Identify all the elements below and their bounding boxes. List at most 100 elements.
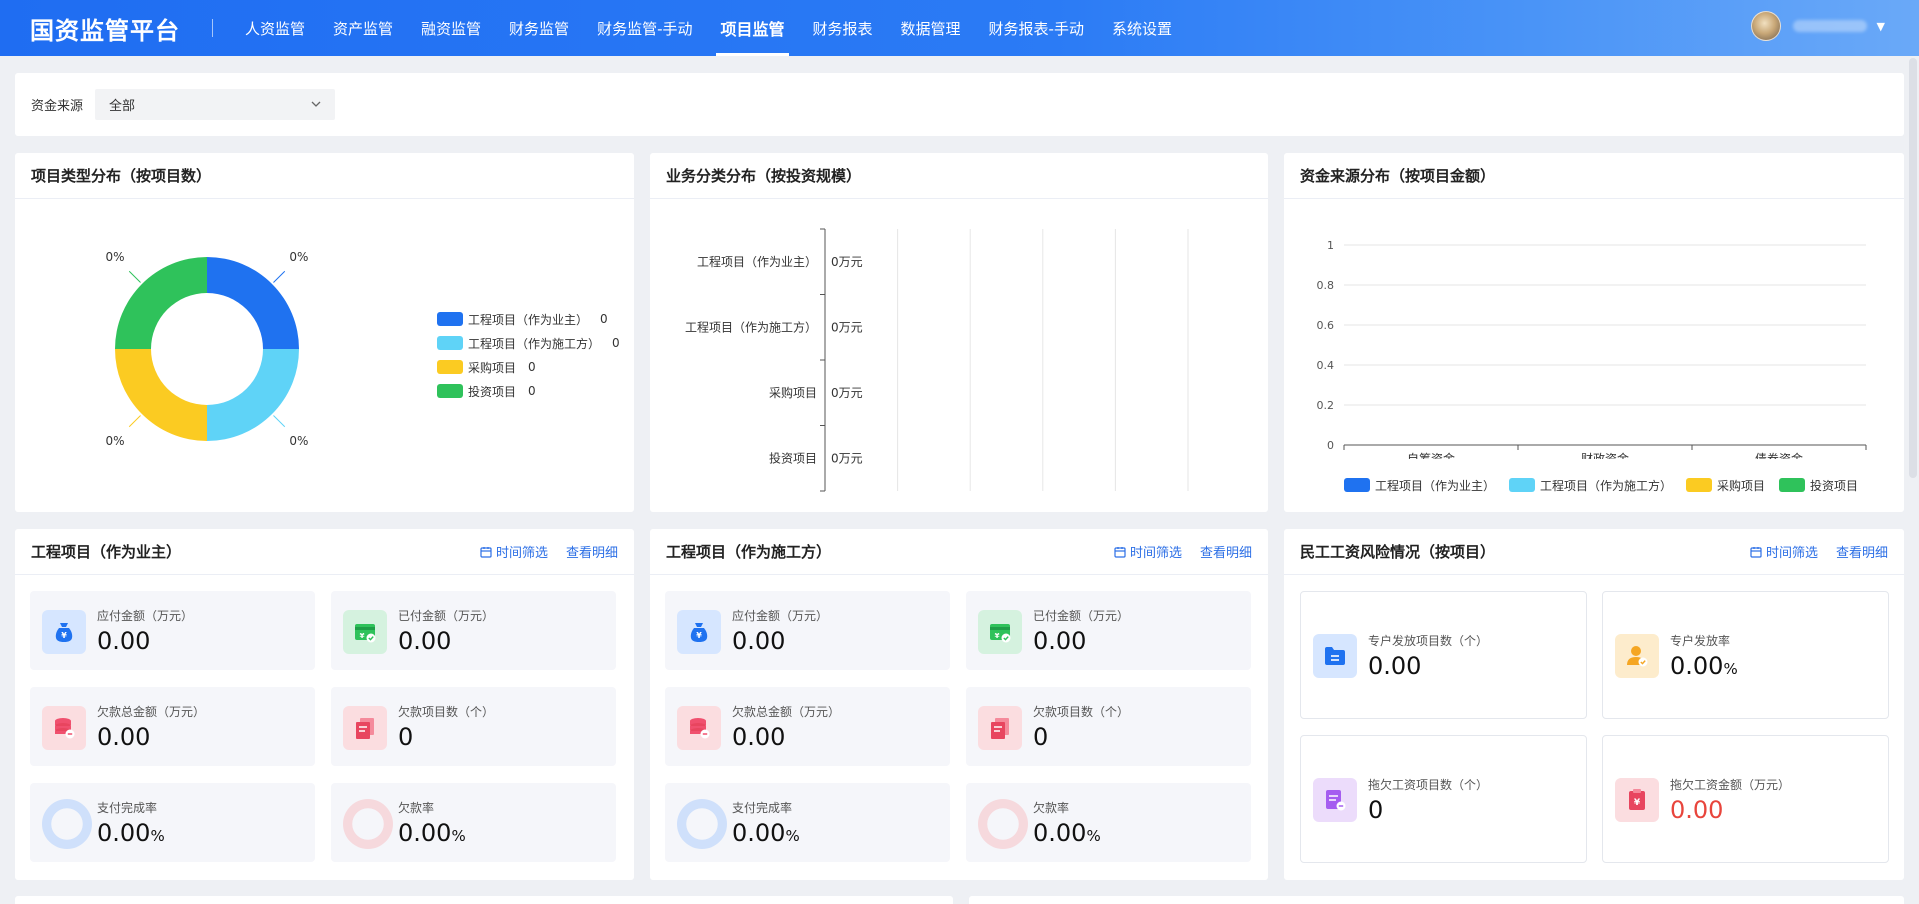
- coin-stack-icon: [42, 706, 86, 750]
- bar-value-label: 0万元: [831, 386, 863, 400]
- nav-item-reports[interactable]: 财务报表: [799, 0, 887, 56]
- debt-rate-ring-icon: [343, 799, 393, 849]
- legend-swatch: [437, 384, 463, 398]
- stat-number: 0.00: [97, 819, 151, 847]
- wallet-check-icon: ¥: [978, 610, 1022, 654]
- donut-slice: [207, 349, 299, 441]
- avatar[interactable]: [1750, 11, 1781, 41]
- panel-title: 资金来源分布（按项目金额）: [1300, 167, 1496, 185]
- stat-label: 应付金额（万元）: [97, 609, 194, 623]
- stat-value: 0.00: [732, 627, 786, 655]
- stat-label: 专户发放率: [1670, 634, 1731, 648]
- stat-value: 0.00: [97, 723, 151, 751]
- caret-down-icon[interactable]: ▼: [1877, 20, 1885, 33]
- legend-swatch: [437, 336, 463, 350]
- stat-label: 应付金额（万元）: [732, 609, 829, 623]
- stat-number: 0.00: [732, 819, 786, 847]
- legend-item[interactable]: 投资项目: [1779, 473, 1858, 497]
- panel-header: 资金来源分布（按项目金额）: [1284, 153, 1904, 199]
- legend-item[interactable]: 采购项目 0: [437, 355, 620, 379]
- fund-source-value: 全部: [109, 99, 136, 114]
- stat-label: 欠款项目数（个）: [1033, 705, 1130, 719]
- stat-card-paid: ¥ 已付金额（万元） 0.00: [966, 591, 1251, 670]
- slice-label: 0%: [289, 434, 308, 448]
- stat-label: 已付金额（万元）: [1033, 609, 1130, 623]
- stat-unit: %: [785, 827, 800, 845]
- bottom-panel-right: [969, 896, 1904, 904]
- time-filter-label: 时间筛选: [1129, 546, 1182, 561]
- fund-source-select[interactable]: 全部: [95, 89, 336, 120]
- document-stack-icon: [978, 706, 1022, 750]
- nav-item-assets[interactable]: 资产监管: [319, 0, 407, 56]
- time-filter-link[interactable]: 时间筛选: [1114, 542, 1182, 561]
- panel-header: 业务分类分布（按投资规模）: [650, 153, 1268, 199]
- nav-item-data[interactable]: 数据管理: [887, 0, 975, 56]
- wage-risk-panel: 民工工资风险情况（按项目） 时间筛选 查看明细 专户发放项目数（个） 0.00 …: [1284, 529, 1904, 880]
- bar-value-label: 0万元: [831, 320, 863, 334]
- panel-title: 民工工资风险情况（按项目）: [1300, 543, 1496, 561]
- filter-bar: 资金来源 全部: [15, 73, 1904, 136]
- stat-value: 0.00%: [398, 819, 466, 847]
- view-detail-link[interactable]: 查看明细: [1200, 542, 1252, 561]
- bar-value-label: 0万元: [831, 451, 863, 465]
- legend-item[interactable]: 工程项目（作为施工方）: [1509, 473, 1672, 497]
- stat-label: 欠款总金额（万元）: [97, 705, 206, 719]
- legend-value: 0: [612, 336, 620, 350]
- nav-item-finance-manual[interactable]: 财务监管-手动: [583, 0, 706, 56]
- stat-card-debt-total: 欠款总金额（万元） 0.00: [665, 687, 950, 766]
- page-scrollbar[interactable]: [1909, 58, 1917, 478]
- user-menu[interactable]: ▼: [1750, 11, 1885, 41]
- nav-item-settings[interactable]: 系统设置: [1098, 0, 1186, 56]
- nav-item-reports-manual[interactable]: 财务报表-手动: [975, 0, 1098, 56]
- view-detail-link[interactable]: 查看明细: [566, 542, 618, 561]
- nav-item-financing[interactable]: 融资监管: [407, 0, 495, 56]
- business-category-bar-chart: 00.20.40.60.81工程项目（作为业主）0万元工程项目（作为施工方）0万…: [685, 228, 1189, 492]
- debt-rate-ring-icon: [978, 799, 1028, 849]
- slice-label: 0%: [289, 250, 308, 264]
- y-category-label: 投资项目: [769, 450, 817, 465]
- stat-number: 0.00: [1033, 819, 1087, 847]
- panel-title: 工程项目（作为施工方）: [666, 543, 832, 561]
- legend-item[interactable]: 采购项目: [1686, 473, 1765, 497]
- stat-value: 0.00: [1368, 652, 1422, 680]
- y-tick-label: 1: [1327, 239, 1334, 252]
- nav-item-hr[interactable]: 人资监管: [231, 0, 319, 56]
- slice-label-line: [273, 270, 286, 283]
- stat-card-debt-count: 欠款项目数（个） 0: [331, 687, 616, 766]
- legend-item[interactable]: 工程项目（作为业主）: [1344, 473, 1495, 497]
- legend-swatch: [1779, 478, 1806, 492]
- wallet-check-icon: ¥: [343, 610, 387, 654]
- view-detail-link[interactable]: 查看明细: [1836, 542, 1888, 561]
- legend-item[interactable]: 投资项目 0: [437, 379, 620, 403]
- y-category-label: 工程项目（作为施工方）: [685, 319, 817, 334]
- stat-unit: %: [150, 827, 165, 845]
- stat-unit: %: [1086, 827, 1101, 845]
- stat-value: 0: [1368, 796, 1384, 824]
- stat-label: 专户发放项目数（个）: [1368, 634, 1489, 648]
- nav-item-projects[interactable]: 项目监管: [706, 0, 798, 56]
- panel-header: 工程项目（作为施工方） 时间筛选 查看明细: [650, 529, 1268, 575]
- stat-label: 支付完成率: [97, 801, 158, 815]
- svg-text:¥: ¥: [360, 632, 365, 640]
- y-category-label: 采购项目: [769, 385, 817, 400]
- nav-item-finance[interactable]: 财务监管: [495, 0, 583, 56]
- stat-value: 0.00%: [97, 819, 165, 847]
- panel-header: 工程项目（作为业主） 时间筛选 查看明细: [15, 529, 634, 575]
- legend-label: 投资项目: [1810, 478, 1859, 493]
- x-category-label: 自筹资金: [1407, 451, 1455, 459]
- stat-label: 拖欠工资金额（万元）: [1670, 778, 1791, 792]
- legend-item[interactable]: 工程项目（作为业主） 0: [437, 307, 620, 331]
- fund-source-panel: 资金来源分布（按项目金额） 0 0.2 0.4 0.6 0.8 1 自筹资金 财政资金 债券资金…: [1284, 153, 1904, 512]
- stat-number: 0.00: [398, 819, 452, 847]
- stat-card-arrears-projects: 拖欠工资项目数（个） 0: [1300, 735, 1587, 863]
- legend-label: 采购项目: [1717, 478, 1766, 493]
- panel-title: 业务分类分布（按投资规模）: [666, 167, 862, 185]
- stat-value: 0.00: [732, 723, 786, 751]
- legend-label: 工程项目（作为业主）: [468, 312, 589, 327]
- stat-label: 已付金额（万元）: [398, 609, 495, 623]
- time-filter-link[interactable]: 时间筛选: [480, 542, 548, 561]
- slice-label-line: [128, 270, 141, 283]
- stat-card-debt-total: 欠款总金额（万元） 0.00: [30, 687, 315, 766]
- legend-item[interactable]: 工程项目（作为施工方） 0: [437, 331, 620, 355]
- time-filter-link[interactable]: 时间筛选: [1750, 542, 1818, 561]
